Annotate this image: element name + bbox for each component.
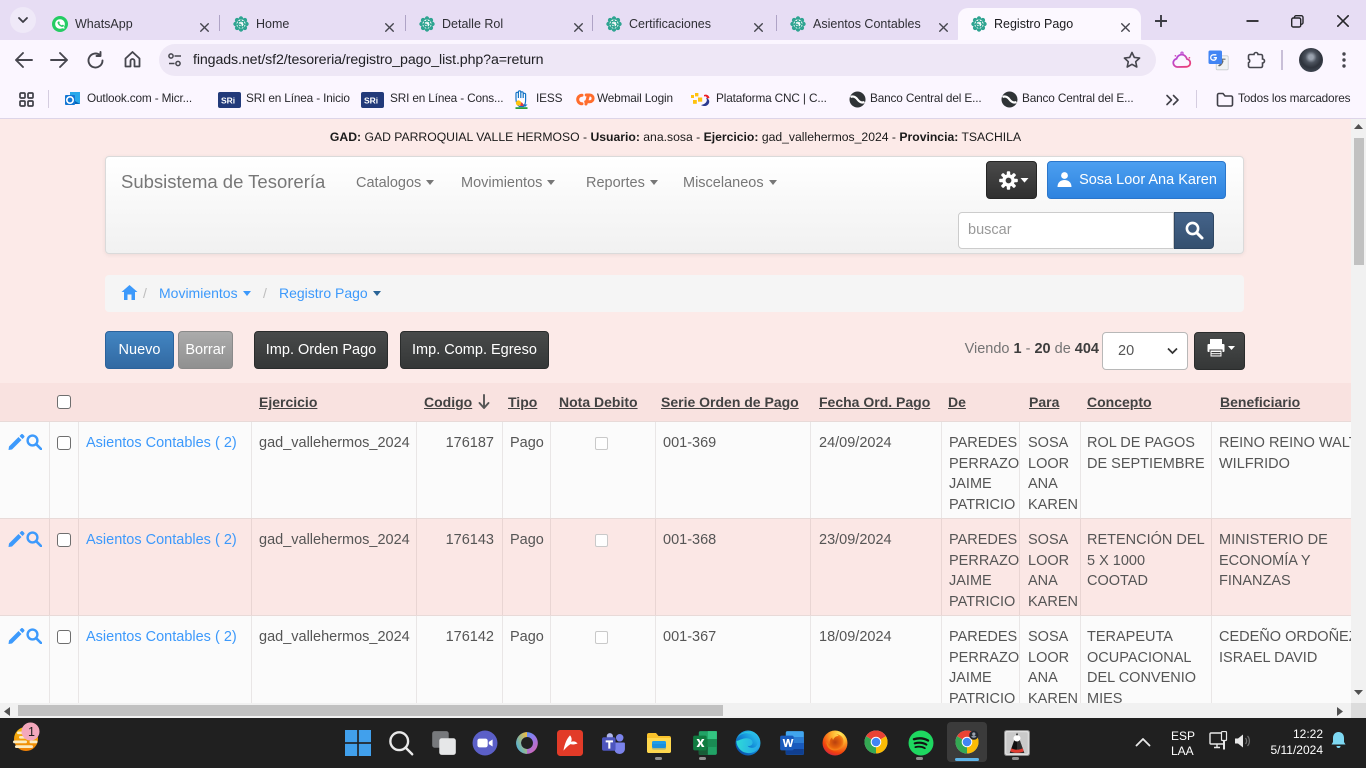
svg-text:1: 1 [28, 725, 35, 739]
svg-text:SRi: SRi [221, 96, 235, 106]
svg-text:SRi: SRi [364, 96, 378, 106]
